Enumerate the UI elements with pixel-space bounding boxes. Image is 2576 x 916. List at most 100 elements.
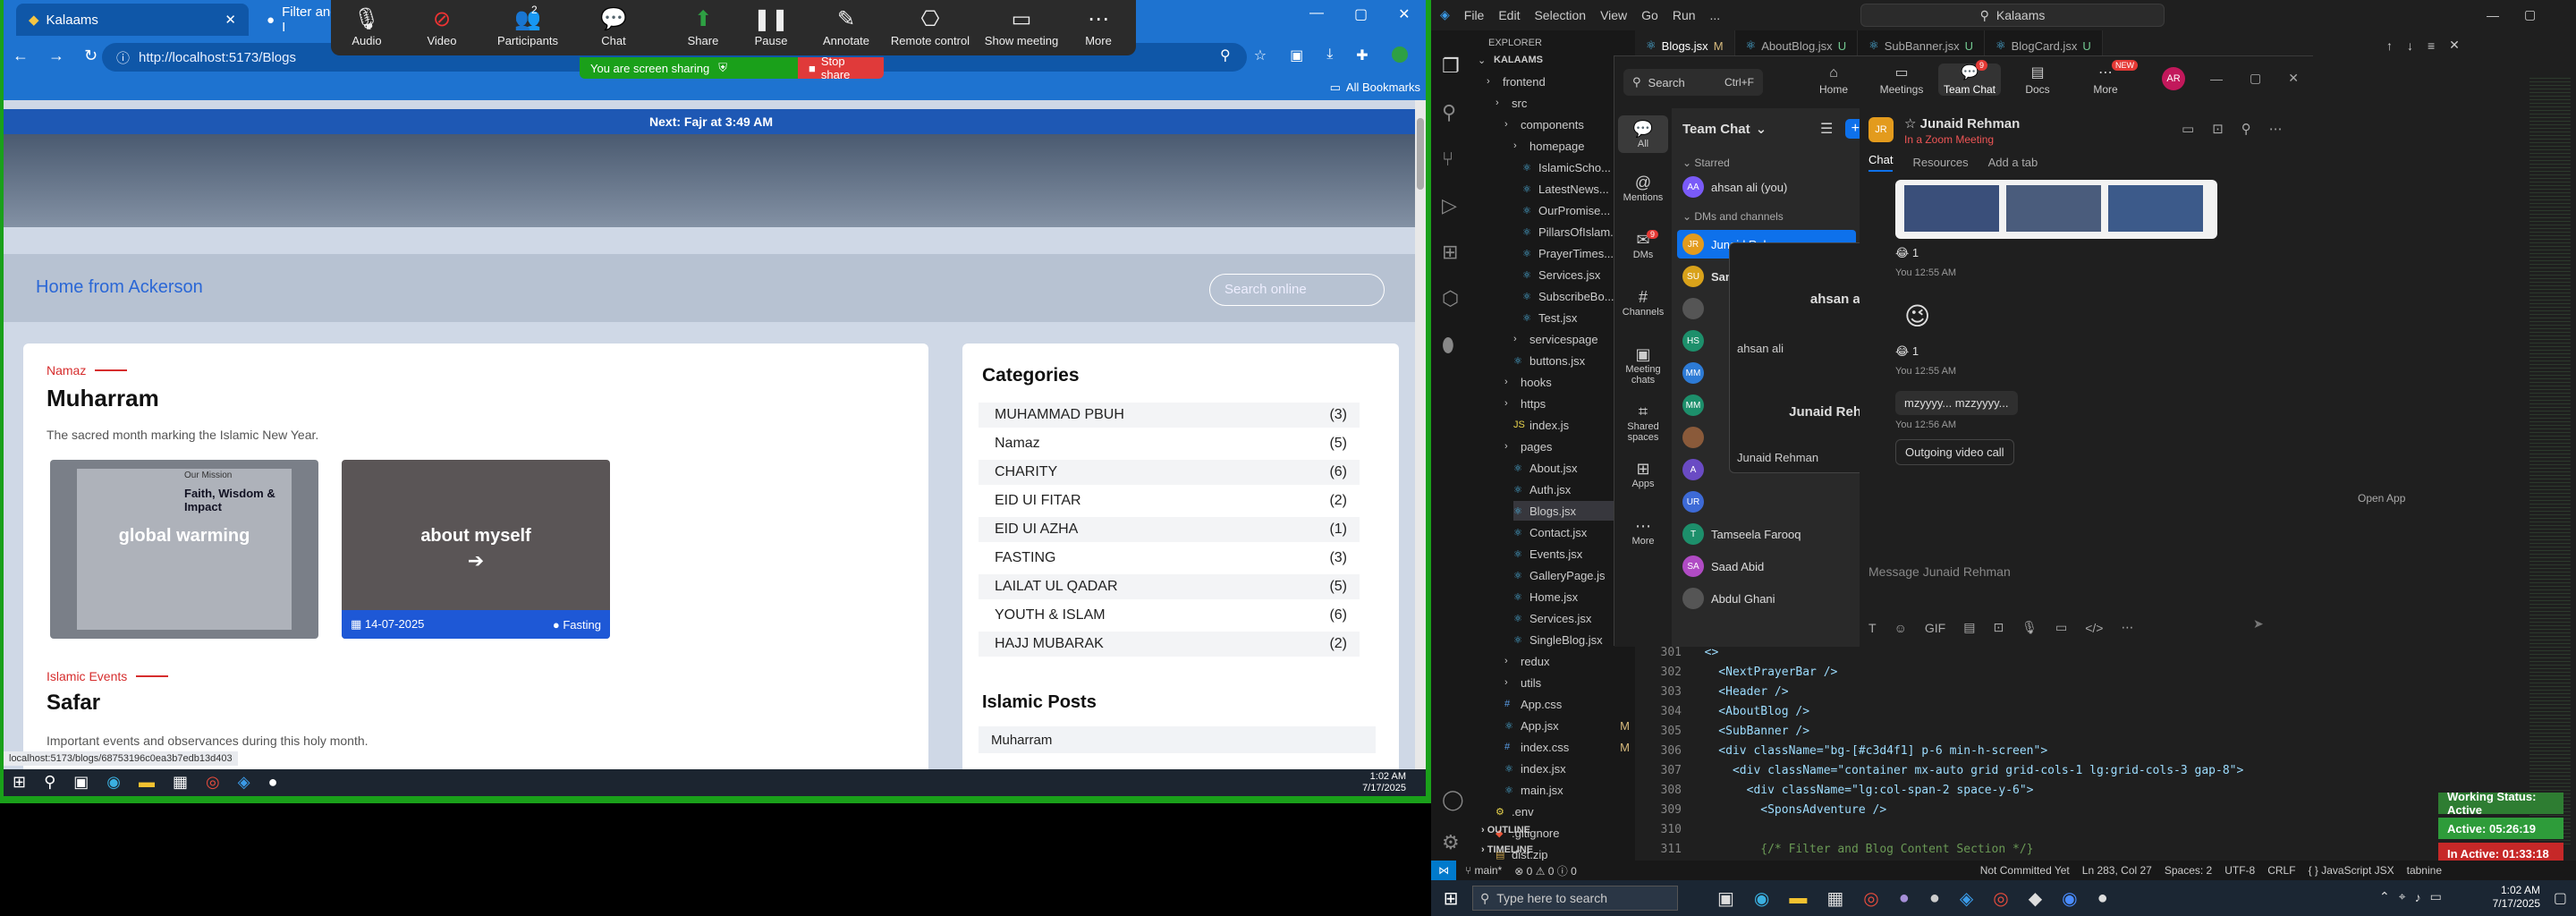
message-bubble[interactable]: mzyyyy... mzzyyyy... [1895,391,2018,415]
forward-icon[interactable]: → [48,47,64,65]
video-call-icon[interactable]: ▭ [2182,121,2194,137]
timeline-section[interactable]: › TIMELINE [1481,844,1533,855]
shared-image-preview[interactable] [1895,180,2217,239]
search-icon[interactable]: ⚲ [44,773,55,792]
audio-button[interactable]: 🎙 Audio [331,5,402,47]
edge-icon[interactable]: ◉ [106,773,121,792]
discord-icon[interactable]: ● [2097,888,2108,909]
category-item[interactable]: LAILAT UL QADAR (5) [979,574,1360,599]
chrome-icon[interactable]: ◎ [206,773,220,792]
back-icon[interactable]: ← [13,47,29,65]
file-icon[interactable]: ▤ [1963,620,1975,635]
rail-dms[interactable]: ✉ DMs 9 [1618,230,1668,260]
minimap[interactable] [2529,75,2571,844]
blog-card-about-myself[interactable]: about myself ➔ ▦ 14-07-2025 ● Fasting [342,460,610,639]
category-item[interactable]: YOUTH & ISLAM (6) [979,603,1360,628]
puzzle-icon[interactable]: ✚ [1356,47,1368,64]
stop-share-button[interactable]: ■ Stop share [798,55,884,81]
call-message[interactable]: Outgoing video call [1895,439,2014,465]
github-icon[interactable]: ● [1929,888,1940,909]
language-mode[interactable]: { } JavaScript JSX [2309,864,2394,877]
folder-item[interactable]: ⌄ KALAAMS [1478,50,1635,70]
file-item[interactable]: # App.css [1504,694,1635,714]
nav-team-chat[interactable]: 💬 Team Chat 9 [1938,60,2001,96]
remote-control-button[interactable]: ⎔ Remote control [882,5,979,47]
notification-icon[interactable]: ▢ [2554,889,2567,907]
encoding[interactable]: UTF-8 [2224,864,2255,877]
github-icon[interactable]: ● [268,773,278,792]
reaction[interactable]: 😂 1 [1895,246,1919,260]
team-chat-header[interactable]: Team Chat ⌄ [1682,121,1767,138]
indentation[interactable]: Spaces: 2 [2165,864,2212,877]
dm-item[interactable]: UR [1677,488,1856,516]
contact-name[interactable]: ☆ Junaid Rehman [1904,115,2020,131]
dm-item[interactable]: T Tamseela Farooq [1677,520,1856,548]
volume-icon[interactable]: ♪ [2415,890,2421,904]
commit-status[interactable]: Not Committed Yet [1980,864,2070,877]
explorer-icon[interactable]: ▬ [1789,888,1807,909]
chrome-alt-icon[interactable]: ◎ [1993,887,2008,910]
folder-item[interactable]: › redux [1504,651,1635,671]
github-desktop-icon[interactable]: ● [1899,888,1910,909]
page-scrollbar[interactable] [1415,100,1426,769]
store-icon[interactable]: ▦ [1826,887,1843,910]
screen-share-icon[interactable]: ⊡ [2212,121,2224,137]
rail-channels[interactable]: # Channels [1618,287,1668,318]
vscode-icon[interactable]: ◈ [238,773,250,792]
branch-status[interactable]: ⑂ main* [1465,864,1502,877]
outline-section[interactable]: › OUTLINE [1481,825,1530,835]
message-input[interactable]: Message Junaid Rehman [1868,564,2011,579]
maximize-icon[interactable]: ▢ [2524,7,2536,22]
category-item[interactable]: EID UI AZHA (1) [979,517,1360,542]
filter-icon[interactable]: ☰ [1820,120,1833,138]
chat-button[interactable]: 💬 Chat [578,5,649,47]
command-search-box[interactable]: ⚲ Kalaams [1860,4,2165,27]
maximize-icon[interactable]: ▢ [1354,5,1368,23]
rail-shared-spaces[interactable]: ⌗ Shared spaces [1618,402,1668,443]
more-button[interactable]: ⋯ More [1063,5,1134,47]
menu-item[interactable]: Go [1641,8,1658,22]
participants-button[interactable]: 👥 Participants [483,5,572,47]
close-find-icon[interactable]: ✕ [2449,38,2460,53]
nav-home[interactable]: ⌂ Home [1802,64,1865,96]
download-icon[interactable]: ⤓ [1326,47,1333,64]
run-debug-icon[interactable]: ▷ [1442,182,1460,229]
line-endings[interactable]: CRLF [2267,864,2295,877]
remote-icon[interactable]: ⬡ [1442,276,1460,322]
video-button[interactable]: ⊘ Video [406,5,478,47]
search-input[interactable]: Search online [1209,274,1385,306]
video-message-icon[interactable]: ▭ [2055,620,2067,635]
remote-indicator-icon[interactable]: ⋈ [1431,861,1456,880]
location-icon[interactable]: ⚲ [1220,47,1231,64]
cursor-position[interactable]: Ln 283, Col 27 [2082,864,2152,877]
close-window-icon[interactable]: ✕ [1398,5,1410,23]
tabnine-status[interactable]: tabnine [2407,864,2442,877]
reaction[interactable]: 😂 1 [1895,344,1919,359]
share-button[interactable]: ⬆ Share [667,5,739,47]
explorer-icon[interactable]: ❐ [1442,43,1460,89]
settings-gear-icon[interactable]: ⚙ [1442,821,1464,864]
file-item[interactable]: ⚛ main.jsx [1504,780,1635,800]
search-icon[interactable]: ⚲ [2241,121,2251,137]
minimize-icon[interactable]: — [2210,72,2223,86]
profile-icon[interactable] [1391,47,1408,63]
category-item[interactable]: Namaz (5) [979,431,1360,456]
site-info-icon[interactable]: ⓘ [116,48,130,67]
task-view-icon[interactable]: ▣ [73,773,89,792]
chat-item-self[interactable]: AA ahsan ali (you) [1677,173,1856,201]
explorer-icon[interactable]: ▬ [139,773,155,792]
format-icon[interactable]: T [1868,621,1877,635]
menu-item[interactable]: Run [1673,8,1696,22]
category-item[interactable]: EID UI FITAR (2) [979,488,1360,513]
nav-meetings[interactable]: ▭ Meetings [1870,64,1933,96]
list-icon[interactable]: ≡ [2428,38,2435,53]
category-item[interactable]: MUHAMMAD PBUH (3) [979,403,1360,428]
code-snippet-icon[interactable]: </> [2085,621,2103,635]
category-item[interactable]: CHARITY (6) [979,460,1360,485]
windows-start-icon[interactable]: ⊞ [13,773,26,792]
emoji-icon[interactable]: ☺ [1894,621,1907,635]
gif-icon[interactable]: GIF [1925,621,1945,635]
mongodb-icon[interactable]: ⬮ [1442,322,1460,369]
folder-item[interactable]: › utils [1504,673,1635,692]
category-item[interactable]: HAJJ MUBARAK (2) [979,632,1360,657]
